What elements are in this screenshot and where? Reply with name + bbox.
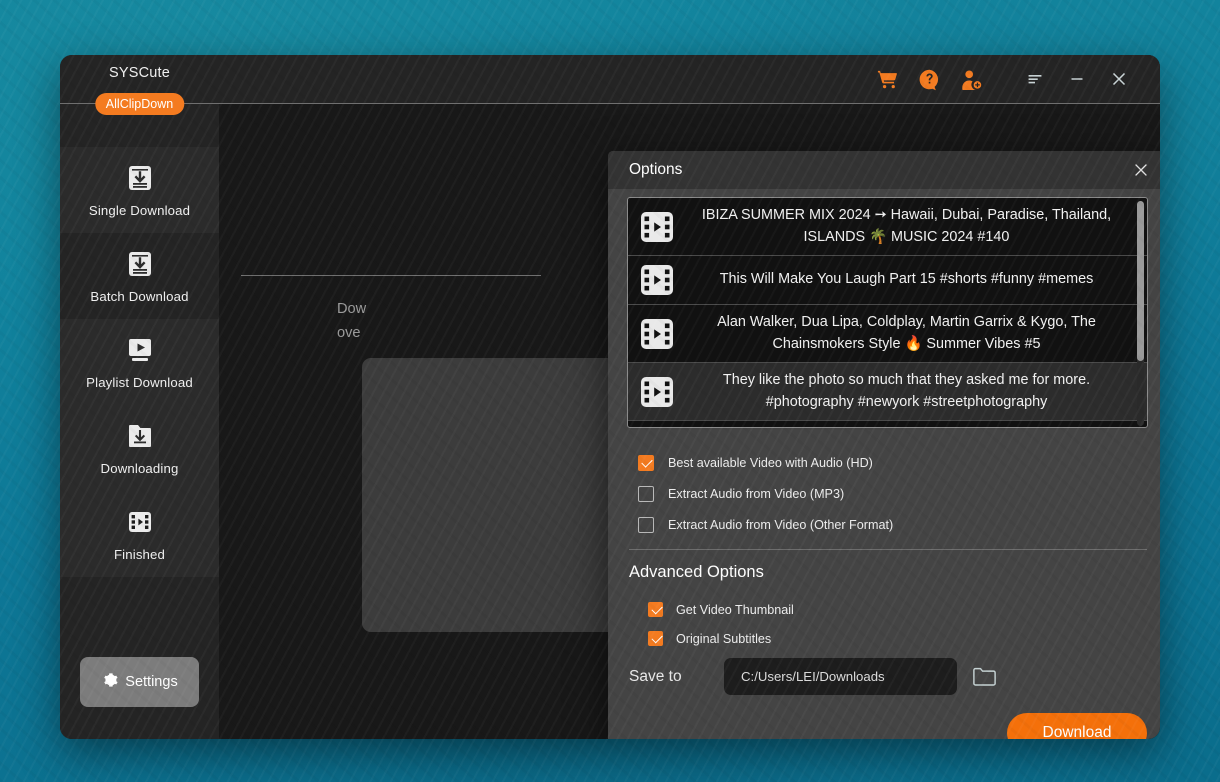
- video-title: Alan Walker, Dua Lipa, Coldplay, Martin …: [688, 312, 1125, 355]
- add-user-icon[interactable]: [950, 59, 992, 99]
- gear-icon: [101, 671, 119, 694]
- download-box-icon: [124, 162, 156, 194]
- option-best-video-hd[interactable]: Best available Video with Audio (HD): [638, 447, 1138, 478]
- save-to-label: Save to: [629, 668, 724, 686]
- main-description-line1: Dow: [337, 297, 587, 321]
- options-dialog: Options IBIZA SUMMER MIX 2024 ➙ Hawaii, …: [608, 151, 1160, 739]
- brand-pill: AllClipDown: [95, 93, 184, 115]
- close-icon[interactable]: [1098, 59, 1140, 99]
- download-button[interactable]: Download: [1007, 713, 1147, 739]
- folder-download-icon: [124, 420, 156, 452]
- checkbox-best-video-hd[interactable]: [638, 455, 654, 471]
- save-path-input[interactable]: [724, 658, 957, 695]
- video-list-container: IBIZA SUMMER MIX 2024 ➙ Hawaii, Dubai, P…: [627, 197, 1148, 428]
- sidebar-item-single-download[interactable]: Single Download: [60, 147, 219, 233]
- video-list-item[interactable]: IBIZA SUMMER MIX 2024 ➙ Hawaii, Dubai, P…: [628, 198, 1147, 256]
- option-label: Get Video Thumbnail: [676, 603, 794, 617]
- video-list-scrollbar[interactable]: [1137, 201, 1144, 426]
- dialog-title: Options: [629, 161, 1128, 179]
- main-description-line2: ove: [337, 321, 587, 345]
- help-circle-icon[interactable]: [908, 59, 950, 99]
- advanced-options-title: Advanced Options: [629, 563, 764, 582]
- close-icon[interactable]: [1128, 157, 1154, 183]
- save-to-row: Save to: [629, 658, 998, 695]
- checkbox-extract-audio-mp3[interactable]: [638, 486, 654, 502]
- sidebar-spacer: [60, 577, 219, 657]
- sidebar-nav: Single Download Batch Download Playlist …: [60, 147, 219, 577]
- sidebar-item-finished[interactable]: Finished: [60, 491, 219, 577]
- option-get-video-thumbnail[interactable]: Get Video Thumbnail: [648, 595, 1108, 624]
- checkbox-extract-audio-other[interactable]: [638, 517, 654, 533]
- option-label: Original Subtitles: [676, 632, 771, 646]
- option-label: Extract Audio from Video (Other Format): [668, 518, 893, 532]
- scrollbar-thumb[interactable]: [1137, 201, 1144, 361]
- film-strip-icon: [640, 317, 674, 351]
- format-options-group: Best available Video with Audio (HD) Ext…: [638, 447, 1138, 540]
- settings-label: Settings: [125, 674, 177, 690]
- brand-title: SYSCute: [109, 65, 170, 81]
- video-title: They like the photo so much that they as…: [688, 370, 1125, 413]
- sidebar-item-batch-download[interactable]: Batch Download: [60, 233, 219, 319]
- sidebar-item-playlist-download[interactable]: Playlist Download: [60, 319, 219, 405]
- checkbox-original-subtitles[interactable]: [648, 631, 663, 646]
- video-list-item[interactable]: This Will Make You Laugh Part 15 #shorts…: [628, 256, 1147, 305]
- sidebar-item-label: Playlist Download: [86, 375, 193, 390]
- option-extract-audio-mp3[interactable]: Extract Audio from Video (MP3): [638, 478, 1138, 509]
- video-list-item[interactable]: Alan Walker, Dua Lipa, Coldplay, Martin …: [628, 305, 1147, 363]
- titlebar-divider: [60, 103, 1160, 104]
- advanced-options-group: Get Video Thumbnail Original Subtitles: [648, 595, 1108, 653]
- application-window: SYSCute AllClipDown Single Download Batc…: [60, 55, 1160, 739]
- brand-area: SYSCute AllClipDown: [60, 55, 219, 104]
- sidebar-item-label: Batch Download: [90, 289, 188, 304]
- sidebar: SYSCute AllClipDown Single Download Batc…: [60, 55, 219, 739]
- film-strip-icon: [640, 375, 674, 409]
- option-label: Extract Audio from Video (MP3): [668, 487, 844, 501]
- main-divider: [241, 275, 541, 276]
- menu-icon[interactable]: [1014, 59, 1056, 99]
- video-title: IBIZA SUMMER MIX 2024 ➙ Hawaii, Dubai, P…: [688, 205, 1125, 248]
- film-strip-icon: [640, 210, 674, 244]
- download-box-icon: [124, 248, 156, 280]
- option-label: Best available Video with Audio (HD): [668, 456, 873, 470]
- option-extract-audio-other[interactable]: Extract Audio from Video (Other Format): [638, 509, 1138, 540]
- option-original-subtitles[interactable]: Original Subtitles: [648, 624, 1108, 653]
- dialog-divider: [629, 549, 1147, 550]
- settings-button[interactable]: Settings: [80, 657, 199, 707]
- film-strip-icon: [124, 506, 156, 538]
- sidebar-item-label: Single Download: [89, 203, 190, 218]
- folder-icon[interactable]: [970, 663, 998, 691]
- desktop-wallpaper: SYSCute AllClipDown Single Download Batc…: [0, 0, 1220, 782]
- sidebar-item-label: Downloading: [101, 461, 179, 476]
- main-description: Dow ove: [337, 297, 587, 345]
- video-list-item[interactable]: They like the photo so much that they as…: [628, 363, 1147, 421]
- shopping-cart-icon[interactable]: [866, 59, 908, 99]
- checkbox-get-video-thumbnail[interactable]: [648, 602, 663, 617]
- minimize-icon[interactable]: [1056, 59, 1098, 99]
- video-title: This Will Make You Laugh Part 15 #shorts…: [688, 269, 1125, 291]
- sidebar-item-label: Finished: [114, 547, 165, 562]
- titlebar: [219, 55, 1160, 104]
- sidebar-item-downloading[interactable]: Downloading: [60, 405, 219, 491]
- dialog-header: Options: [608, 151, 1160, 189]
- video-list-item[interactable]: Mega Hits 2024 🌱 The Best Of Vocal Deep …: [628, 421, 1147, 427]
- playlist-play-icon: [124, 334, 156, 366]
- film-strip-icon: [640, 263, 674, 297]
- video-list[interactable]: IBIZA SUMMER MIX 2024 ➙ Hawaii, Dubai, P…: [628, 198, 1147, 427]
- main-content: Dow ove lyze Options: [219, 55, 1160, 739]
